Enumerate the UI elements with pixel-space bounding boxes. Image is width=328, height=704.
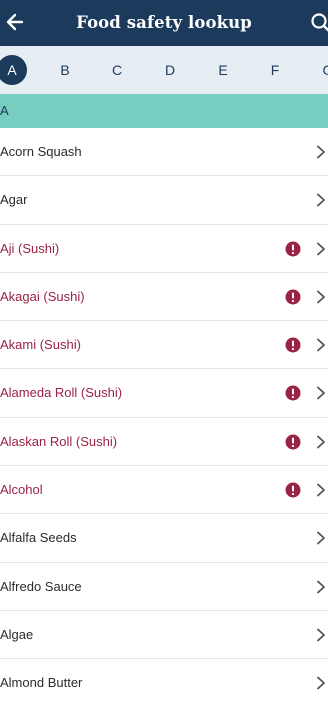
list-item[interactable]: Akagai (Sushi): [0, 272, 328, 322]
list-item[interactable]: Acorn Squash: [0, 128, 328, 177]
list-item-label: Akagai (Sushi): [0, 288, 85, 304]
warning-icon: [285, 337, 301, 353]
warning-icon: [285, 385, 301, 401]
chevron-right-icon: [317, 242, 325, 255]
warning-icon: [285, 434, 301, 450]
list-item[interactable]: Algae: [0, 610, 328, 660]
list-item-label: Alameda Roll (Sushi): [0, 385, 123, 401]
list-item-label: Aji (Sushi): [0, 240, 60, 256]
chevron-right-icon: [317, 580, 325, 594]
list-item[interactable]: Alcohol: [0, 466, 328, 515]
list-item[interactable]: Agar: [0, 176, 328, 225]
list-item[interactable]: Aji (Sushi): [0, 224, 328, 273]
chevron-right-icon: [317, 531, 325, 545]
alphabet-letter-f[interactable]: F: [260, 55, 290, 85]
chevron-right-icon: [317, 483, 325, 497]
list-item-label: Alaskan Roll (Sushi): [0, 433, 118, 449]
chevron-right-icon: [317, 338, 325, 352]
alphabet-letter-d[interactable]: D: [155, 55, 185, 85]
list-item[interactable]: Akami (Sushi): [0, 321, 328, 370]
alphabet-letter-a[interactable]: A: [0, 55, 27, 85]
alphabet-letter-e[interactable]: E: [208, 55, 238, 85]
list-item[interactable]: Alfalfa Seeds: [0, 514, 328, 563]
chevron-right-icon: [317, 676, 325, 690]
alphabet-letter-b[interactable]: B: [50, 55, 80, 85]
list-item-label: Alfredo Sauce: [0, 578, 82, 594]
list-item[interactable]: Alaskan Roll (Sushi): [0, 417, 328, 467]
list-item-label: Acorn Squash: [0, 144, 82, 159]
alphabet-letter-g[interactable]: G: [313, 55, 328, 85]
chevron-right-icon: [317, 145, 325, 159]
list-item[interactable]: Alfredo Sauce: [0, 562, 328, 611]
list-item[interactable]: Almond Butter: [0, 659, 328, 704]
warning-icon: [285, 289, 301, 305]
list-item-label: Akami (Sushi): [0, 337, 81, 353]
search-icon[interactable]: [310, 12, 328, 34]
list-item-label: Almond Butter: [0, 675, 83, 691]
list-item-label: Alcohol: [0, 482, 43, 498]
app-header: Food safety lookup: [0, 0, 328, 46]
alphabet-letter-c[interactable]: C: [102, 55, 132, 85]
section-header-a: A: [0, 94, 328, 128]
chevron-right-icon: [317, 628, 325, 642]
list-item[interactable]: Alameda Roll (Sushi): [0, 369, 328, 418]
page-title: Food safety lookup: [76, 13, 252, 32]
chevron-right-icon: [317, 290, 325, 304]
list-item-label: Agar: [0, 192, 28, 208]
alphabet-index-bar: A B C D E F G: [0, 46, 328, 94]
list-item-label: Alfalfa Seeds: [0, 530, 77, 546]
chevron-right-icon: [317, 387, 325, 400]
list-item-label: Algae: [0, 626, 34, 642]
warning-icon: [285, 241, 301, 257]
food-list: Acorn Squash Agar Aji (Sushi) Akagai (Su…: [0, 128, 328, 704]
chevron-right-icon: [317, 193, 325, 207]
chevron-right-icon: [317, 435, 325, 449]
warning-icon: [285, 482, 301, 498]
